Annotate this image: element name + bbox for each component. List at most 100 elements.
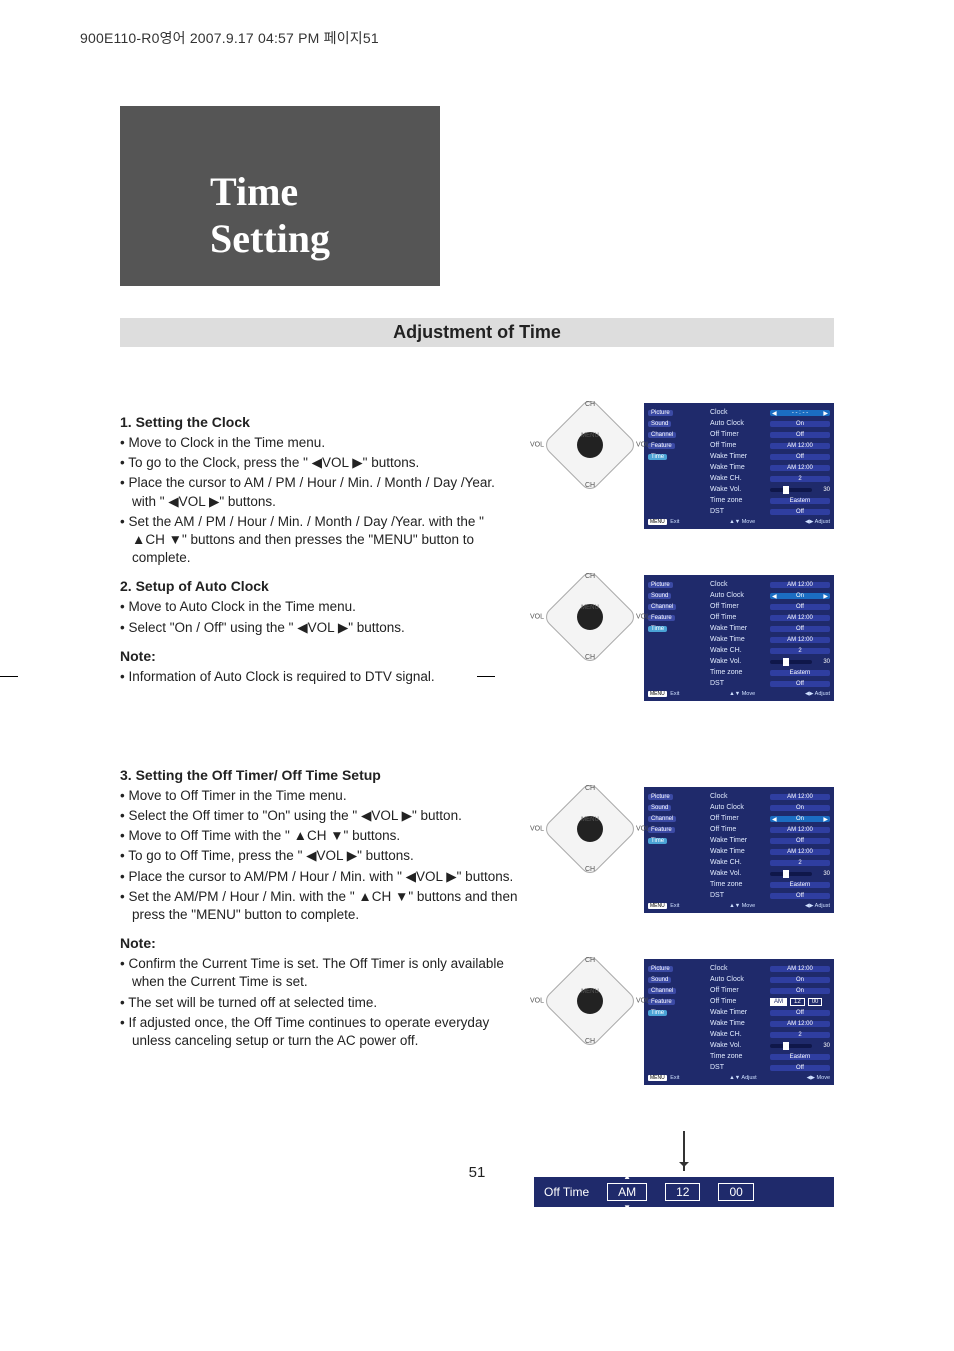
osd-side-tab[interactable]: Feature xyxy=(648,443,675,449)
menu-label: MENU xyxy=(581,817,599,823)
osd-row-key: Off Timer xyxy=(710,815,766,822)
step1-title: 1. Setting the Clock xyxy=(120,413,520,432)
osd-row-key: Wake Timer xyxy=(710,625,766,632)
ch-down-label: CH xyxy=(585,1038,595,1045)
osd-row-value: AM 12:00 xyxy=(770,794,830,800)
print-header: 900E110-R0영어 2007.9.17 04:57 PM 페이지51 xyxy=(80,28,379,48)
osd-footer-right: ◀▶ Adjust xyxy=(805,519,830,525)
osd-side-tab[interactable]: Channel xyxy=(648,816,676,822)
osd-footer-left: MENU Exit xyxy=(648,1075,679,1081)
osd-row-value: Eastern xyxy=(770,498,830,504)
offtime-box-hour[interactable]: 12 xyxy=(665,1183,700,1201)
osd-side-tab[interactable]: Sound xyxy=(648,421,671,427)
osd-row-value: Off xyxy=(770,509,830,515)
osd-row-value: Off xyxy=(770,1010,830,1016)
osd-side-tab[interactable]: Feature xyxy=(648,615,675,621)
osd-row-key: Wake Time xyxy=(710,1020,766,1027)
osd-row-key: Time zone xyxy=(710,669,766,676)
offtime-box-ampm[interactable]: AM xyxy=(607,1183,647,1201)
list-item: To go to the Clock, press the " ◀VOL ▶" … xyxy=(120,454,520,472)
osd-side-tab[interactable]: Time xyxy=(648,1010,667,1016)
osd-side-tab[interactable]: Channel xyxy=(648,432,676,438)
osd-slider[interactable] xyxy=(770,660,812,664)
osd-row-value: Eastern xyxy=(770,882,830,888)
osd-side-tab[interactable]: Channel xyxy=(648,988,676,994)
list-item: Move to Off Time with the " ▲CH ▼" butto… xyxy=(120,827,520,845)
osd-footer-right: ◀▶ Adjust xyxy=(805,903,830,909)
osd-value-box[interactable]: 12 xyxy=(790,998,805,1006)
osd-slider[interactable] xyxy=(770,488,812,492)
osd-value-box[interactable]: AM xyxy=(770,998,787,1006)
list-item: Select "On / Off" using the " ◀VOL ▶" bu… xyxy=(120,619,520,637)
osd-row-key: Wake Timer xyxy=(710,453,766,460)
vol-right-label: VOL xyxy=(636,826,650,833)
osd-row-key: Time zone xyxy=(710,881,766,888)
osd-side-tab[interactable]: Feature xyxy=(648,827,675,833)
osd-row-value: AM 12:00 xyxy=(770,443,830,449)
osd-row-key: Wake Vol. xyxy=(710,1042,766,1049)
osd-row-key: DST xyxy=(710,508,766,515)
section-heading: Adjustment of Time xyxy=(120,318,834,347)
osd-slider[interactable] xyxy=(770,1044,812,1048)
osd-row-key: Auto Clock xyxy=(710,976,766,983)
osd-row-key: Wake Vol. xyxy=(710,870,766,877)
list-item: If adjusted once, the Off Time continues… xyxy=(120,1014,520,1050)
osd-row-key: Wake Timer xyxy=(710,1009,766,1016)
osd-side-tab[interactable]: Sound xyxy=(648,977,671,983)
osd-panel-2: Picture Clock AM 12:00 Sound Auto Clock On◀▶ C… xyxy=(644,575,834,717)
osd-row-value[interactable]: - - : - -◀▶ xyxy=(770,410,830,416)
osd-value-box[interactable]: 00 xyxy=(808,998,823,1006)
vol-left-label: VOL xyxy=(530,826,544,833)
osd-row-value: AM 12:00 xyxy=(770,827,830,833)
osd-side-tab[interactable]: Time xyxy=(648,454,667,460)
osd-row-value: 2 xyxy=(770,476,830,482)
offtime-box-min[interactable]: 00 xyxy=(718,1183,753,1201)
list-item: Information of Auto Clock is required to… xyxy=(120,668,520,686)
remote-diagram: CHCHVOLVOLMENU xyxy=(548,403,632,497)
osd-row-key: Off Time xyxy=(710,826,766,833)
ch-down-label: CH xyxy=(585,482,595,489)
page-number: 51 xyxy=(469,1164,486,1181)
osd-row-key: Off Time xyxy=(710,442,766,449)
osd-side-tab[interactable]: Time xyxy=(648,838,667,844)
osd-row-value: AM 12:00 xyxy=(770,465,830,471)
osd-row-value: AM 12:00 xyxy=(770,637,830,643)
osd-side-tab[interactable]: Picture xyxy=(648,794,673,800)
columns: 1. Setting the Clock Move to Clock in th… xyxy=(120,403,834,1207)
osd-slider[interactable] xyxy=(770,872,812,876)
menu-label: MENU xyxy=(581,605,599,611)
osd-row-value: AM 12:00 xyxy=(770,1021,830,1027)
step3-bullets: Move to Off Timer in the Time menu.Selec… xyxy=(120,787,520,925)
osd-row-key: Off Timer xyxy=(710,987,766,994)
osd-side-tab[interactable]: Picture xyxy=(648,966,673,972)
vol-right-label: VOL xyxy=(636,614,650,621)
vol-left-label: VOL xyxy=(530,614,544,621)
osd-row-value[interactable]: On◀▶ xyxy=(770,593,830,599)
osd-side-tab[interactable]: Channel xyxy=(648,604,676,610)
osd-side-tab[interactable]: Picture xyxy=(648,410,673,416)
osd-side-tab[interactable]: Sound xyxy=(648,593,671,599)
text-column: 1. Setting the Clock Move to Clock in th… xyxy=(120,403,520,1207)
diagram-column: CHCHVOLVOLMENU PictureClock- - : - -◀▶So… xyxy=(534,403,834,1207)
osd-side-tab[interactable]: Feature xyxy=(648,999,675,1005)
content-area: Time Setting Adjustment of Time 1. Setti… xyxy=(120,106,834,1207)
osd-row-value: Off xyxy=(770,432,830,438)
osd-row-key: Wake CH. xyxy=(710,859,766,866)
osd-slider-value: 30 xyxy=(816,487,830,493)
osd-slider-value: 30 xyxy=(816,659,830,665)
osd-row-key: Clock xyxy=(710,581,766,588)
osd-side-tab[interactable]: Picture xyxy=(648,582,673,588)
osd-row-key: Wake Vol. xyxy=(710,658,766,665)
list-item: Move to Off Timer in the Time menu. xyxy=(120,787,520,805)
ch-up-label: CH xyxy=(585,957,595,964)
osd-side-tab[interactable]: Time xyxy=(648,626,667,632)
osd-row-key: Auto Clock xyxy=(710,592,766,599)
osd-side-tab[interactable]: Sound xyxy=(648,805,671,811)
remote-diagram: CHCHVOLVOLMENU xyxy=(548,787,632,881)
ch-up-label: CH xyxy=(585,785,595,792)
osd-row-value[interactable]: On◀▶ xyxy=(770,816,830,822)
osd-row-key: Off Timer xyxy=(710,603,766,610)
step3-note-label: Note: xyxy=(120,934,520,953)
osd-row-key: Wake Vol. xyxy=(710,486,766,493)
list-item: Confirm the Current Time is set. The Off… xyxy=(120,955,520,991)
